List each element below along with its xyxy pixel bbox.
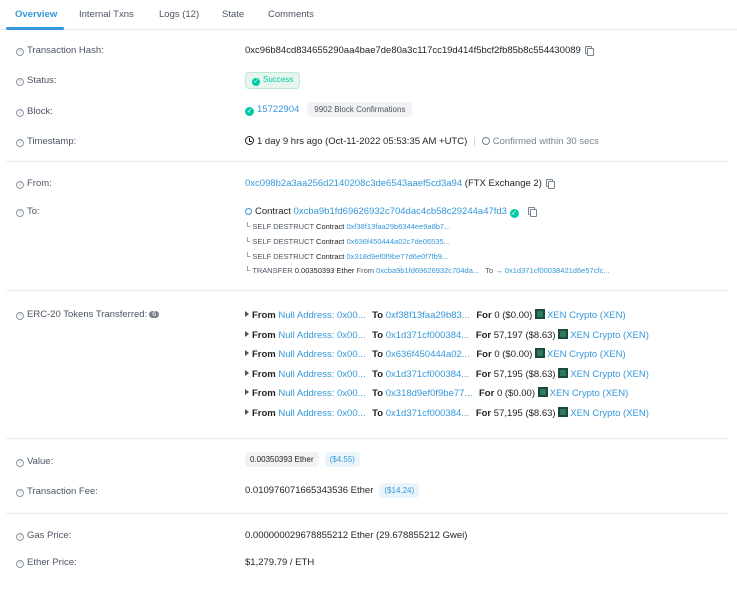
internal-tx-row: └ SELF DESTRUCT Contract 0xf38f13faa29b6… [245,222,451,231]
divider [6,513,728,514]
help-icon: ? [16,489,24,497]
internal-contract-link[interactable]: 0xf38f13faa29b6344ee9a8b7... [346,222,450,231]
xen-token-icon [558,368,569,378]
gas-price-value: 0.000000029678855212 Ether (29.678855212… [245,530,468,541]
xen-token-icon [535,309,545,319]
verified-check-icon: ✓ [509,209,519,218]
check-circle-icon: ✓ [252,78,260,86]
status-badge: ✓ Success [245,72,301,89]
xen-token-icon [535,348,545,358]
to-label: ? To: [16,206,40,217]
caret-right-icon[interactable] [245,370,249,376]
fee-label: ? Transaction Fee: [16,486,98,497]
caret-right-icon[interactable] [245,311,249,317]
divider [6,290,728,291]
ether-price-value: $1,279.79 / ETH [245,557,315,568]
divider [6,438,728,439]
help-icon: ? [16,560,24,568]
help-icon: ? [16,78,24,86]
copy-icon[interactable] [545,179,555,189]
divider [6,161,728,162]
block-confirmations-badge: 9902 Block Confirmations [307,102,413,117]
caret-right-icon[interactable] [245,350,249,356]
transfer-from-link[interactable]: 0xcba9b1fd69626932c704da... [376,266,479,275]
tab-comments[interactable]: Comments [268,9,314,20]
value-label: ? Value: [16,456,53,467]
token-transfer-row: From Null Address: 0x00... To 0x1d371cf0… [245,407,649,419]
help-icon: ? [16,109,24,117]
internal-contract-link[interactable]: 0x636f450444a02c7de06535... [346,237,449,246]
status-label: ? Status: [16,75,57,86]
token-transfer-row: From Null Address: 0x00... To 0xf38f13fa… [245,309,626,321]
block-number-link[interactable]: 15722904 [257,104,299,115]
token-transfer-row: From Null Address: 0x00... To 0x318d9ef0… [245,387,628,399]
help-icon: ? [16,533,24,541]
internal-tx-row: └ SELF DESTRUCT Contract 0x636f450444a02… [245,237,450,246]
xen-token-icon [558,329,569,339]
tab-logs[interactable]: Logs (12) [159,9,199,20]
tx-hash-label: ? Transaction Hash: [16,45,104,56]
help-icon: ? [16,209,24,217]
status-value: ✓ Success [245,72,301,89]
from-address-link[interactable]: 0xc098b2a3aa256d2140208c3de6543aaef5cd3a… [245,178,462,189]
usd-fee-badge: ($14.24) [379,483,420,498]
xen-token-icon [558,407,569,417]
internal-contract-link[interactable]: 0x318d9ef0f9be77d6e0f7fb9... [346,252,448,261]
clock-icon [245,136,254,145]
copy-icon[interactable] [527,207,537,217]
from-label: ? From: [16,178,52,189]
token-transfer-row: From Null Address: 0x00... To 0x1d371cf0… [245,368,649,380]
transfer-to-link[interactable]: 0x1d371cf00038421d6e57cfc... [505,266,610,275]
copy-icon[interactable] [584,46,594,56]
help-icon: ? [16,48,24,56]
count-badge: 6 [149,311,160,318]
stopwatch-icon [481,137,490,145]
tx-hash-value: 0xc96b84cd834655290aa4bae7de80a3c117cc19… [245,45,594,56]
to-contract-link[interactable]: 0xcba9b1fd69626932c704dac4cb58c29244a47f… [294,206,507,217]
help-icon: ? [16,139,24,147]
timestamp-value: 1 day 9 hrs ago (Oct-11-2022 05:53:35 AM… [245,136,599,147]
check-circle-icon: ✓ [245,107,254,116]
usd-value-badge: ($4.55) [324,452,360,467]
block-label: ? Block: [16,106,53,117]
search-icon [245,208,252,215]
caret-right-icon[interactable] [245,331,249,337]
to-value: Contract 0xcba9b1fd69626932c704dac4cb58c… [245,206,537,218]
tab-bar: Overview Internal Txns Logs (12) State C… [0,0,737,30]
help-icon: ? [16,459,24,467]
erc20-label: ? ERC-20 Tokens Transferred: 6 [16,309,160,320]
help-icon: ? [16,181,24,189]
value-value: 0.00350393 Ether ($4.55) [245,452,360,467]
ether-price-label: ? Ether Price: [16,557,77,568]
xen-token-icon [537,387,548,397]
caret-right-icon[interactable] [245,409,249,415]
token-transfer-row: From Null Address: 0x00... To 0x1d371cf0… [245,329,649,341]
help-icon: ? [16,312,24,320]
block-value: ✓ 15722904 9902 Block Confirmations [245,102,413,117]
ether-value-badge: 0.00350393 Ether [245,452,319,467]
internal-transfer-row: └ TRANSFER 0.00350393 Ether From 0xcba9b… [245,266,610,275]
active-tab-indicator [6,27,64,30]
tab-overview[interactable]: Overview [15,9,57,20]
from-value: 0xc098b2a3aa256d2140208c3de6543aaef5cd3a… [245,178,555,189]
fee-value: 0.010976071665343536 Ether ($14.24) [245,483,420,498]
gas-price-label: ? Gas Price: [16,530,71,541]
token-transfer-row: From Null Address: 0x00... To 0x636f4504… [245,348,626,360]
caret-right-icon[interactable] [245,389,249,395]
tab-internal-txns[interactable]: Internal Txns [79,9,134,20]
tab-state[interactable]: State [222,9,244,20]
timestamp-label: ? Timestamp: [16,136,76,147]
internal-tx-row: └ SELF DESTRUCT Contract 0x318d9ef0f9be7… [245,252,449,261]
